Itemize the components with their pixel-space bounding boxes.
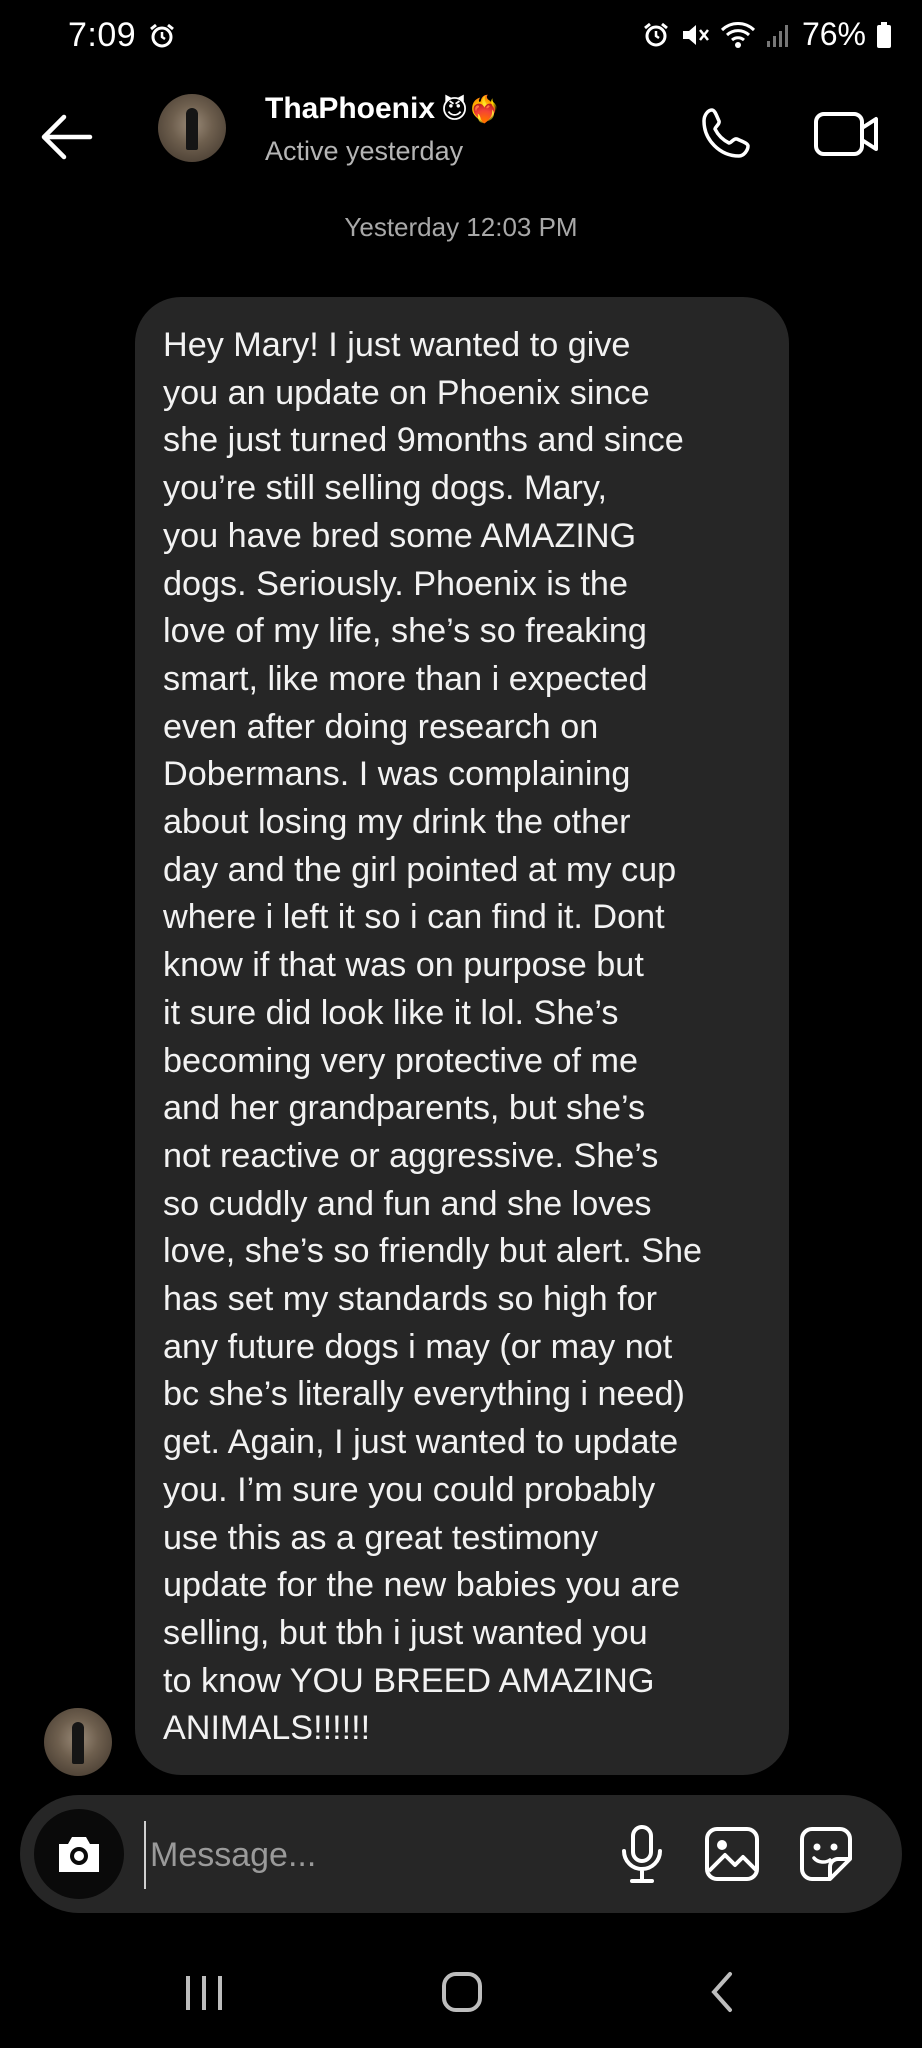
message-text: Hey Mary! I just wanted to give you an u…: [163, 326, 703, 1748]
mic-icon: [622, 1825, 662, 1883]
contact-avatar[interactable]: [158, 94, 226, 162]
voice-message-button[interactable]: [612, 1823, 672, 1885]
home-icon: [442, 1972, 482, 2012]
message-composer: [20, 1795, 902, 1913]
battery-icon: [876, 21, 892, 49]
contact-name-emojis: 😈❤️‍🔥: [441, 93, 501, 124]
status-icons: 76%: [642, 16, 892, 53]
sticker-icon: [800, 1827, 852, 1881]
recents-button[interactable]: [182, 1972, 226, 2019]
active-status: Active yesterday: [265, 136, 464, 166]
phone-icon: [702, 108, 750, 158]
home-button[interactable]: [440, 1970, 484, 2019]
sender-avatar[interactable]: [44, 1708, 112, 1776]
video-call-button[interactable]: [812, 104, 882, 164]
alarm-icon: [642, 21, 670, 49]
battery-percentage: 76%: [801, 16, 866, 52]
camera-icon: [59, 1837, 99, 1872]
back-arrow-icon: [41, 114, 93, 160]
recents-icon: [186, 1976, 222, 2010]
status-time: 7:09: [68, 16, 137, 54]
navigation-bar: [0, 1950, 922, 2048]
back-button[interactable]: [36, 112, 96, 162]
back-icon: [711, 1972, 732, 2012]
status-bar: 7:09 76%: [0, 0, 922, 80]
alarm-icon: [148, 22, 176, 50]
camera-button[interactable]: [34, 1809, 124, 1899]
nav-back-button[interactable]: [704, 1968, 740, 2021]
gallery-button[interactable]: [702, 1823, 762, 1885]
wifi-icon: [720, 20, 756, 50]
contact-name-row[interactable]: ThaPhoenix 😈❤️‍🔥: [265, 92, 501, 126]
mute-icon: [680, 21, 710, 49]
voice-call-button[interactable]: [694, 102, 758, 166]
message-timestamp: Yesterday 12:03 PM: [344, 212, 578, 242]
signal-icon: [766, 21, 792, 49]
sticker-button[interactable]: [796, 1823, 856, 1885]
video-icon: [814, 112, 878, 156]
message-input[interactable]: [144, 1821, 612, 1889]
gallery-icon: [705, 1827, 759, 1881]
contact-name: ThaPhoenix: [265, 92, 436, 125]
message-bubble[interactable]: Hey Mary! I just wanted to give you an u…: [135, 297, 789, 1775]
chat-header: ThaPhoenix 😈❤️‍🔥 Active yesterday: [0, 86, 922, 186]
